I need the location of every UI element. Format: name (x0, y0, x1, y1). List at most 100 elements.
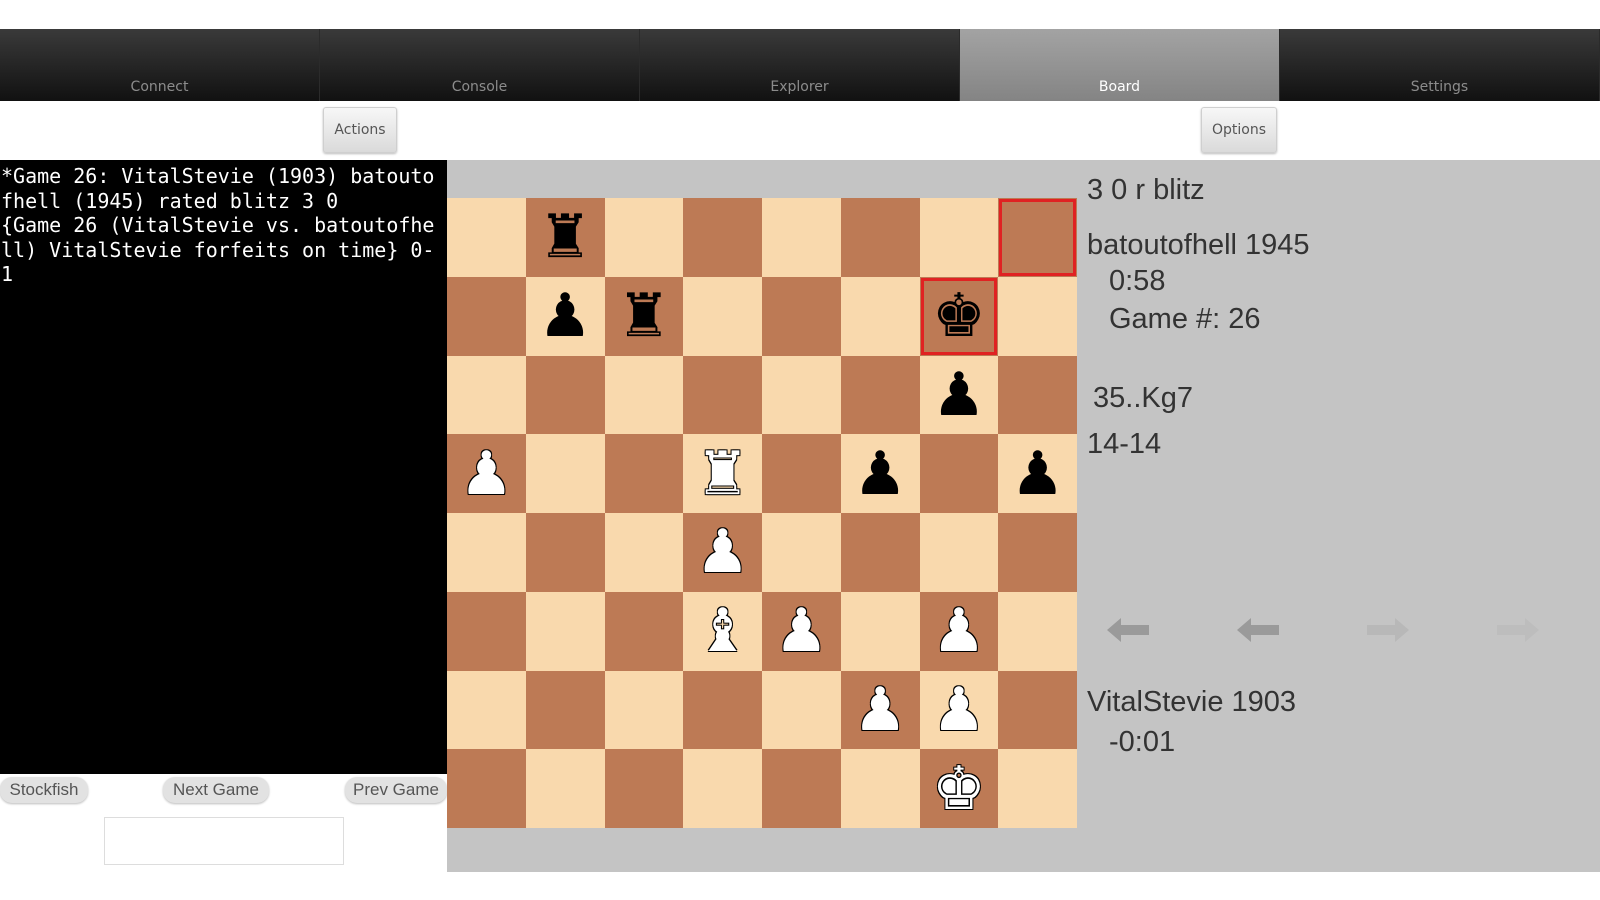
white-king-icon[interactable]: ♚ (920, 749, 999, 828)
square-e5[interactable] (762, 434, 841, 513)
square-a3[interactable] (447, 591, 526, 671)
square-e2[interactable] (762, 670, 841, 750)
square-f1[interactable] (840, 749, 920, 828)
white-pawn-icon[interactable]: ♟ (920, 592, 999, 671)
square-b4[interactable] (525, 513, 605, 592)
next-game-button[interactable]: Next Game (163, 777, 269, 803)
square-h4[interactable] (998, 513, 1077, 592)
tab-connect[interactable]: Connect (0, 29, 320, 101)
square-b2[interactable] (525, 670, 605, 750)
command-input[interactable] (104, 817, 344, 865)
black-rook-icon[interactable]: ♜ (605, 277, 684, 356)
actions-button[interactable]: Actions (323, 107, 397, 153)
tab-board[interactable]: Board (960, 29, 1280, 101)
square-d3[interactable]: ♝ (683, 591, 762, 671)
square-e1[interactable] (762, 749, 841, 828)
black-pawn-icon[interactable]: ♟ (841, 434, 920, 513)
console-output: *Game 26: VitalStevie (1903) batoutofhel… (0, 160, 447, 774)
prev-game-button[interactable]: Prev Game (345, 777, 447, 803)
square-h8[interactable] (998, 198, 1077, 277)
tab-explorer[interactable]: Explorer (640, 29, 960, 101)
white-pawn-icon[interactable]: ♟ (683, 513, 762, 592)
square-c1[interactable] (604, 749, 684, 828)
square-d2[interactable] (683, 670, 762, 750)
previous-move-icon[interactable] (1235, 613, 1281, 647)
next-move-icon[interactable] (1365, 613, 1411, 647)
square-h2[interactable] (998, 670, 1077, 750)
options-button[interactable]: Options (1201, 107, 1277, 153)
square-d8[interactable] (683, 198, 762, 277)
square-b3[interactable] (525, 591, 605, 671)
square-c3[interactable] (604, 591, 684, 671)
square-c7[interactable]: ♜ (604, 276, 684, 356)
square-b5[interactable] (525, 434, 605, 513)
square-d5[interactable]: ♜ (683, 434, 762, 513)
square-b1[interactable] (525, 749, 605, 828)
square-g5[interactable] (919, 434, 999, 513)
white-pawn-icon[interactable]: ♟ (762, 592, 841, 671)
chess-board[interactable]: ♜ ♟ ♜ ♚ ♟ ♟ ♜ ♟ ♟ ♟ ♝ ♟ ♟ ♟ ♟ ♚ (447, 198, 1077, 828)
square-g6[interactable]: ♟ (919, 355, 999, 435)
square-g4[interactable] (919, 513, 999, 592)
square-e7[interactable] (762, 276, 841, 356)
stockfish-button[interactable]: Stockfish (0, 777, 88, 803)
black-rook-icon[interactable]: ♜ (526, 198, 605, 277)
tab-settings[interactable]: Settings (1280, 29, 1600, 101)
black-pawn-icon[interactable]: ♟ (920, 356, 999, 435)
square-f5[interactable]: ♟ (840, 434, 920, 513)
square-h6[interactable] (998, 355, 1077, 435)
square-g8[interactable] (919, 198, 999, 277)
square-h3[interactable] (998, 591, 1077, 671)
last-move-icon[interactable] (1495, 613, 1541, 647)
square-d7[interactable] (683, 276, 762, 356)
tab-console[interactable]: Console (320, 29, 640, 101)
first-move-icon[interactable] (1105, 613, 1151, 647)
square-c2[interactable] (604, 670, 684, 750)
square-c5[interactable] (604, 434, 684, 513)
square-d1[interactable] (683, 749, 762, 828)
square-a8[interactable] (447, 198, 526, 277)
square-f8[interactable] (840, 198, 920, 277)
square-d6[interactable] (683, 355, 762, 435)
square-c4[interactable] (604, 513, 684, 592)
square-e3[interactable]: ♟ (762, 591, 841, 671)
tab-label: Settings (1410, 79, 1469, 95)
white-pawn-icon[interactable]: ♟ (447, 434, 526, 513)
square-f2[interactable]: ♟ (840, 670, 920, 750)
square-a1[interactable] (447, 749, 526, 828)
square-f6[interactable] (840, 355, 920, 435)
square-e4[interactable] (762, 513, 841, 592)
square-c6[interactable] (604, 355, 684, 435)
square-b6[interactable] (525, 355, 605, 435)
top-player: batoutofhell 1945 (1087, 229, 1310, 261)
white-rook-icon[interactable]: ♜ (683, 434, 762, 513)
square-f4[interactable] (840, 513, 920, 592)
square-a5[interactable]: ♟ (447, 434, 526, 513)
square-a7[interactable] (447, 276, 526, 356)
game-number: Game #: 26 (1109, 303, 1261, 335)
white-pawn-icon[interactable]: ♟ (920, 671, 999, 750)
square-h1[interactable] (998, 749, 1077, 828)
black-pawn-icon[interactable]: ♟ (998, 434, 1077, 513)
square-a4[interactable] (447, 513, 526, 592)
square-g1[interactable]: ♚ (919, 749, 999, 828)
white-pawn-icon[interactable]: ♟ (841, 671, 920, 750)
square-a6[interactable] (447, 355, 526, 435)
black-king-icon[interactable]: ♚ (920, 277, 999, 356)
square-c8[interactable] (604, 198, 684, 277)
square-d4[interactable]: ♟ (683, 513, 762, 592)
square-a2[interactable] (447, 670, 526, 750)
white-bishop-icon[interactable]: ♝ (683, 592, 762, 671)
square-f7[interactable] (840, 276, 920, 356)
square-f3[interactable] (840, 591, 920, 671)
square-g3[interactable]: ♟ (919, 591, 999, 671)
square-g2[interactable]: ♟ (919, 670, 999, 750)
square-b8[interactable]: ♜ (525, 198, 605, 277)
square-e6[interactable] (762, 355, 841, 435)
black-pawn-icon[interactable]: ♟ (526, 277, 605, 356)
square-h7[interactable] (998, 276, 1077, 356)
square-b7[interactable]: ♟ (525, 276, 605, 356)
square-g7[interactable]: ♚ (919, 276, 999, 356)
square-e8[interactable] (762, 198, 841, 277)
square-h5[interactable]: ♟ (998, 434, 1077, 513)
